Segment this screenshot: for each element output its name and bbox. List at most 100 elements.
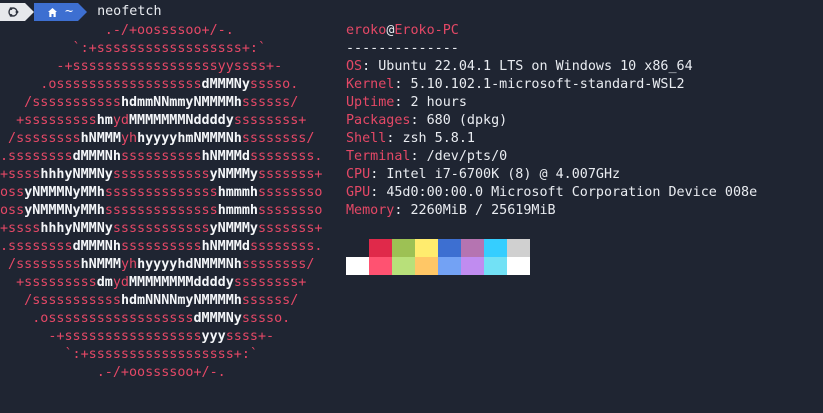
logo-text: ssssssssssssss: [104, 203, 218, 218]
logo-text: /ssssssss: [0, 257, 81, 272]
info-value: 2260MiB / 25619MiB: [410, 203, 556, 218]
info-gpu: GPU: 45d0:00:00.0 Microsoft Corporation …: [346, 184, 757, 202]
logo-highlight-text: MMMMMMMMddddy: [129, 275, 234, 290]
info-label: CPU: [346, 167, 371, 182]
color-palette: [346, 239, 530, 275]
color-swatch: [438, 257, 461, 275]
color-swatch: [484, 239, 507, 257]
color-swatch: [369, 257, 392, 275]
directory-segment: ~: [34, 3, 88, 21]
color-swatch: [415, 239, 438, 257]
system-info: eroko@Eroko-PC -------------- OS: Ubuntu…: [346, 22, 757, 220]
info-os: OS: Ubuntu 22.04.1 LTS on Windows 10 x86…: [346, 58, 757, 76]
logo-text: .ossssssssssssssssss: [0, 311, 194, 326]
info-value: /dev/pts/0: [426, 149, 508, 164]
logo-text: /sssssssssss: [0, 293, 121, 308]
info-shell: Shell: zsh 5.8.1: [346, 130, 757, 148]
color-swatch: [507, 257, 530, 275]
info-value: Ubuntu 22.04.1 LTS on Windows 10 x86_64: [378, 59, 693, 74]
logo-highlight-text: dMMMNy: [193, 311, 242, 326]
colon: :: [370, 185, 387, 200]
user-host-line: eroko@Eroko-PC: [346, 22, 757, 40]
logo-highlight-text: hhhyNMMNy: [40, 221, 113, 236]
color-swatch: [415, 257, 438, 275]
logo-highlight-text: yyy: [201, 329, 226, 344]
color-swatch: [392, 257, 415, 275]
logo-text: ssssssssssss: [112, 221, 210, 236]
logo-text: ssssssss+: [233, 113, 307, 128]
colon: :: [386, 131, 403, 146]
colon: :: [394, 95, 411, 110]
shell-prompt: ~ neofetch: [0, 3, 162, 21]
logo-text: yd: [112, 113, 129, 128]
logo-text: ssssssss/: [241, 257, 315, 272]
color-swatch: [346, 239, 369, 257]
logo-text: ssssssss/: [241, 131, 315, 146]
logo-text: ssssssss.: [249, 239, 323, 254]
info-label: Uptime: [346, 95, 395, 110]
logo-highlight-text: yNMMMy: [209, 167, 258, 182]
palette-normal-row: [346, 239, 530, 257]
color-swatch: [392, 239, 415, 257]
logo-highlight-text: hdmNNNNmyNMMMMh: [120, 293, 242, 308]
logo-text: yh: [120, 131, 138, 146]
info-value: 5.10.102.1-microsoft-standard-WSL2: [410, 77, 685, 92]
info-label: OS: [346, 59, 363, 74]
color-swatch: [484, 257, 507, 275]
logo-highlight-text: dm: [96, 275, 113, 290]
logo-highlight-text: yNMMMNyMMh: [24, 185, 105, 200]
info-terminal: Terminal: /dev/pts/0: [346, 148, 757, 166]
logo-text: ssssssso: [258, 203, 323, 218]
color-swatch: [346, 257, 369, 275]
logo-text: ssssssssss: [120, 239, 202, 254]
colon: :: [394, 77, 411, 92]
colon: :: [410, 149, 427, 164]
info-uptime: Uptime: 2 hours: [346, 94, 757, 112]
logo-text: .ssssssss: [0, 239, 73, 254]
logo-highlight-text: hmmmh: [217, 203, 258, 218]
command-text: neofetch: [97, 4, 162, 19]
logo-text: `:+ssssssssssssssssss+:`: [0, 347, 258, 362]
info-label: Terminal: [346, 149, 411, 164]
logo-highlight-text: hm: [96, 113, 113, 128]
logo-text: .ossssssssssssssssss: [0, 77, 202, 92]
info-kernel: Kernel: 5.10.102.1-microsoft-standard-WS…: [346, 76, 757, 94]
colon: :: [370, 167, 387, 182]
logo-highlight-text: yNMMMy: [209, 221, 258, 236]
logo-text: ssssssss.: [249, 149, 323, 164]
logo-highlight-text: dMMMNy: [201, 77, 250, 92]
color-swatch: [369, 239, 392, 257]
logo-text: oss: [0, 203, 25, 218]
ubuntu-ascii-logo: .-/+oossssoo+/-. `:+ssssssssssssssssss+:…: [0, 22, 323, 382]
logo-text: sssssss+: [258, 167, 323, 182]
logo-text: /ssssssss: [0, 131, 81, 146]
logo-text: oss: [0, 185, 25, 200]
logo-text: yh: [120, 257, 138, 272]
info-value: 680 (dpkg): [426, 113, 508, 128]
logo-text: `:+ssssssssssssssssss+:`: [0, 41, 267, 56]
logo-text: +ssss: [0, 167, 41, 182]
logo-highlight-text: hyyyyhmNMMMNh: [137, 131, 242, 146]
colon: :: [362, 59, 379, 74]
logo-text: sssssss+: [258, 221, 323, 236]
logo-text: sssso.: [249, 77, 299, 92]
logo-text: .ssssssss: [0, 149, 73, 164]
logo-text: ssssss/: [241, 293, 299, 308]
info-memory: Memory: 2260MiB / 25619MiB: [346, 202, 757, 220]
logo-highlight-text: hNMMM: [80, 131, 121, 146]
logo-highlight-text: hNMMMd: [201, 239, 250, 254]
info-value: 2 hours: [410, 95, 467, 110]
logo-text: sssso.: [241, 311, 291, 326]
logo-text: ssssssss+: [233, 275, 307, 290]
palette-bright-row: [346, 257, 530, 275]
logo-text: ssssss/: [241, 95, 299, 110]
color-swatch: [461, 257, 484, 275]
logo-text: .-/+oossssoo+/-.: [0, 23, 234, 38]
logo-text: -+ssssssssssssssssssyyssss+-: [0, 59, 283, 74]
logo-text: ssssssssssssss: [104, 185, 218, 200]
logo-text: +ssss: [0, 221, 41, 236]
logo-text: ssssssssssss: [112, 167, 210, 182]
os-segment: [0, 3, 34, 21]
logo-highlight-text: hNMMM: [80, 257, 121, 272]
info-label: Memory: [346, 203, 395, 218]
